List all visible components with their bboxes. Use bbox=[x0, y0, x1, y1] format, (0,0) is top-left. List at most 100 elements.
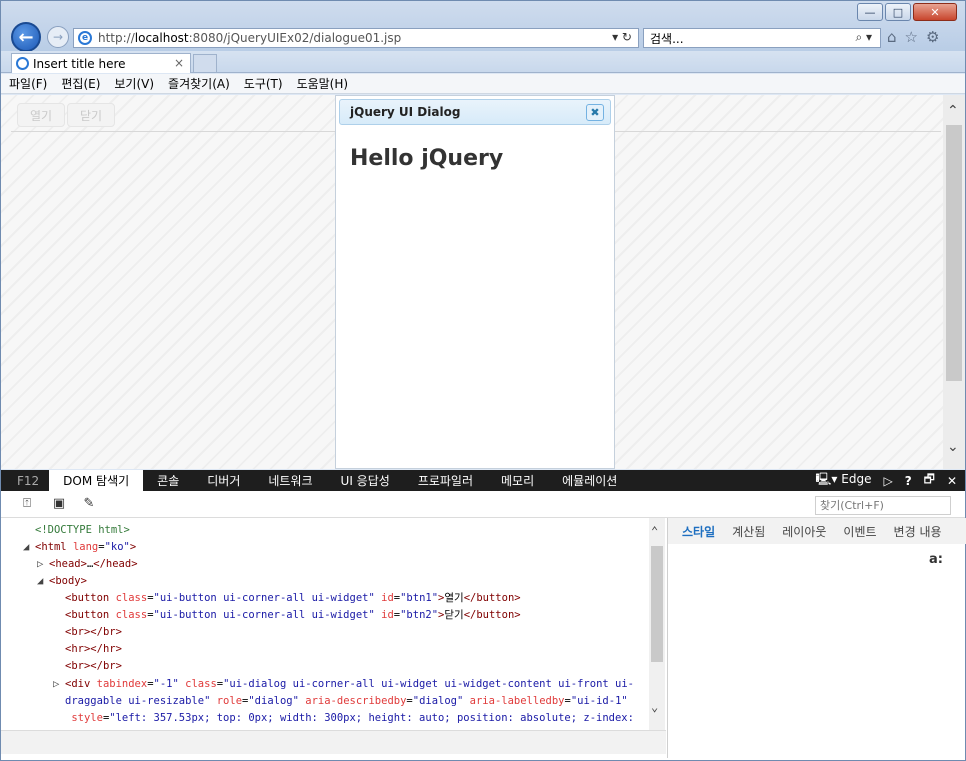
attr-name: aria-describedby bbox=[305, 695, 407, 707]
dialog-title: jQuery UI Dialog bbox=[350, 105, 461, 119]
tab-debugger[interactable]: 디버거 bbox=[193, 470, 254, 491]
dom-node-line[interactable]: draggable ui-resizable" role="dialog" ar… bbox=[53, 693, 628, 710]
attr-value: "dialog" bbox=[248, 695, 299, 707]
pseudo-class-toggle[interactable]: a: bbox=[929, 552, 943, 567]
dialog-titlebar[interactable]: jQuery UI Dialog ✖ bbox=[339, 99, 611, 125]
dom-node-line[interactable]: <button class="ui-button ui-corner-all u… bbox=[53, 590, 521, 607]
dom-node-line[interactable]: ▷ <div tabindex="-1" class="ui-dialog ui-… bbox=[53, 676, 634, 693]
dom-node-line[interactable]: style="left: 357.53px; top: 0px; width: … bbox=[53, 710, 634, 727]
document-mode-dropdown[interactable]: 🖳▾ Edge bbox=[815, 470, 871, 491]
find-input[interactable]: 찾기(Ctrl+F) bbox=[815, 496, 951, 515]
tab-ui-responsiveness[interactable]: UI 응답성 bbox=[327, 470, 404, 491]
side-tab-events[interactable]: 이벤트 bbox=[843, 523, 876, 540]
attr-name: tabindex bbox=[96, 678, 148, 690]
menu-bar: 파일(F) 편집(E) 보기(V) 즐겨찾기(A) 도구(T) 도움말(H) bbox=[1, 74, 965, 94]
dom-tag: </br> bbox=[90, 660, 122, 672]
dom-node-line[interactable]: <hr></hr> bbox=[53, 641, 122, 658]
dom-scroll-thumb[interactable] bbox=[651, 546, 663, 662]
select-element-icon[interactable]: ⍐ bbox=[19, 496, 35, 512]
attr-name: aria-labelledby bbox=[469, 695, 565, 707]
side-tab-layout[interactable]: 레이아웃 bbox=[782, 523, 826, 540]
dom-node-line[interactable]: ◢ <body> bbox=[37, 573, 87, 590]
dialog-content: Hello jQuery bbox=[350, 146, 504, 171]
dom-scrollbar[interactable]: ⌃ ⌄ bbox=[649, 518, 665, 730]
url-host: localhost bbox=[134, 31, 189, 45]
tab-dom-explorer[interactable]: DOM 탐색기 bbox=[49, 470, 144, 491]
browser-tab[interactable]: Insert title here × bbox=[11, 53, 191, 73]
console-toggle-icon[interactable]: ▷ bbox=[883, 474, 892, 488]
close-devtools-icon[interactable]: ✕ bbox=[947, 474, 957, 488]
side-tab-computed[interactable]: 계산됨 bbox=[732, 523, 765, 540]
menu-tools[interactable]: 도구(T) bbox=[244, 75, 283, 92]
tab-memory[interactable]: 메모리 bbox=[487, 470, 548, 491]
doctype: <!DOCTYPE html> bbox=[35, 524, 130, 536]
devtools-right-controls: 🖳▾ Edge ▷ ? 🗗 ✕ bbox=[815, 470, 957, 491]
attr-name: class bbox=[115, 592, 148, 604]
side-tab-changes[interactable]: 변경 내용 bbox=[894, 523, 942, 540]
dom-tag: > bbox=[80, 575, 87, 587]
jquery-dialog[interactable]: jQuery UI Dialog ✖ Hello jQuery bbox=[335, 95, 615, 469]
scroll-down-icon[interactable]: ⌄ bbox=[947, 439, 959, 455]
dialog-close-icon[interactable]: ✖ bbox=[586, 104, 604, 121]
menu-help[interactable]: 도움말(H) bbox=[297, 75, 349, 92]
menu-favorites[interactable]: 즐겨찾기(A) bbox=[168, 75, 230, 92]
dom-node-line[interactable]: ◢ <html lang="ko"> bbox=[23, 539, 136, 556]
home-icon[interactable]: ⌂ bbox=[887, 28, 897, 46]
close-button[interactable]: 닫기 bbox=[67, 103, 116, 127]
forward-button[interactable]: → bbox=[47, 26, 69, 48]
dom-tag: <button bbox=[65, 592, 110, 604]
tab-close-icon[interactable]: × bbox=[174, 56, 184, 70]
tab-console[interactable]: 콘솔 bbox=[143, 470, 193, 491]
dom-scroll-down-icon[interactable]: ⌄ bbox=[651, 700, 658, 714]
scroll-up-icon[interactable]: ⌃ bbox=[947, 103, 959, 119]
breadcrumb-bar bbox=[1, 730, 666, 754]
highlight-box-icon[interactable]: ▣ bbox=[51, 496, 67, 512]
dom-node-line[interactable]: <br></br> bbox=[53, 624, 122, 641]
menu-edit[interactable]: 편집(E) bbox=[61, 75, 100, 92]
attr-value: "ui-id-1" bbox=[570, 695, 628, 707]
tab-network[interactable]: 네트워크 bbox=[254, 470, 326, 491]
new-tab-button[interactable] bbox=[193, 54, 217, 72]
close-window-button[interactable]: ✕ bbox=[913, 3, 957, 21]
open-button[interactable]: 열기 bbox=[17, 103, 66, 127]
page-scroll-thumb[interactable] bbox=[946, 125, 962, 381]
devtools-toolbar: ⍐ ▣ ✎ 찾기(Ctrl+F) bbox=[1, 491, 965, 518]
dom-tag: <div bbox=[65, 678, 91, 690]
page-scrollbar[interactable]: ⌃ ⌄ bbox=[943, 95, 965, 469]
dom-text: 닫기 bbox=[444, 609, 464, 621]
address-bar[interactable]: e http://localhost:8080/jQueryUIEx02/dia… bbox=[73, 28, 639, 48]
dom-node-line[interactable]: ▷ <head>…</head> bbox=[37, 556, 138, 573]
back-button[interactable]: ← bbox=[11, 22, 41, 52]
tab-strip: Insert title here × bbox=[1, 51, 965, 73]
help-icon[interactable]: ? bbox=[905, 474, 912, 488]
settings-gear-icon[interactable]: ⚙ bbox=[926, 28, 939, 46]
browser-tools: ⌂ ☆ ⚙ bbox=[887, 28, 939, 46]
dom-tag: </br> bbox=[90, 626, 122, 638]
window-controls: — □ ✕ bbox=[855, 3, 957, 25]
refresh-dropdown-icon[interactable]: ▾ ↻ bbox=[612, 30, 632, 44]
back-arrow-icon: ← bbox=[18, 26, 34, 48]
search-icon[interactable]: ⌕ ▾ bbox=[855, 30, 872, 45]
tab-emulation[interactable]: 에뮬레이션 bbox=[548, 470, 631, 491]
dom-tag: </hr> bbox=[90, 643, 122, 655]
minimize-button[interactable]: — bbox=[857, 3, 883, 21]
dom-tree-pane[interactable]: <!DOCTYPE html> ◢ <html lang="ko"> ▷ <head>…… bbox=[1, 518, 666, 730]
menu-file[interactable]: 파일(F) bbox=[9, 75, 47, 92]
search-box[interactable]: 검색... ⌕ ▾ bbox=[643, 28, 881, 48]
monitor-icon: 🖳▾ bbox=[815, 472, 842, 486]
menu-view[interactable]: 보기(V) bbox=[114, 75, 154, 92]
undock-icon[interactable]: 🗗 bbox=[924, 470, 935, 491]
search-placeholder: 검색... bbox=[650, 31, 684, 46]
dom-node-line[interactable]: <!DOCTYPE html> bbox=[23, 522, 130, 539]
favorites-icon[interactable]: ☆ bbox=[905, 28, 918, 46]
tab-profiler[interactable]: 프로파일러 bbox=[404, 470, 487, 491]
dom-node-line[interactable]: <button class="ui-button ui-corner-all u… bbox=[53, 607, 521, 624]
side-tab-styles[interactable]: 스타일 bbox=[682, 523, 715, 540]
maximize-button[interactable]: □ bbox=[885, 3, 911, 21]
color-picker-icon[interactable]: ✎ bbox=[81, 496, 97, 512]
dom-scroll-up-icon[interactable]: ⌃ bbox=[651, 524, 658, 538]
dom-node-line[interactable]: <br></br> bbox=[53, 658, 122, 675]
ie-page-icon: e bbox=[78, 31, 92, 45]
expand-arrow-icon: ▷ bbox=[37, 558, 44, 570]
dom-tag: </button> bbox=[463, 592, 521, 604]
